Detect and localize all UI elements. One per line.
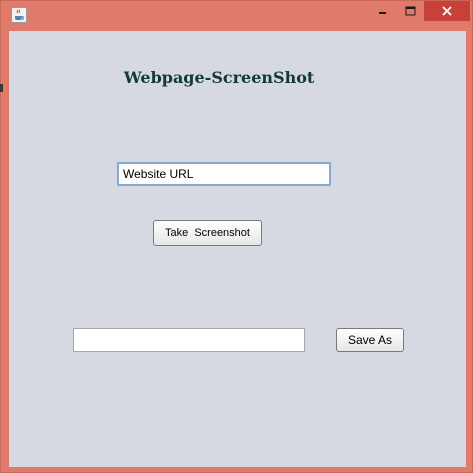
maximize-button[interactable] — [397, 1, 423, 21]
save-path-field[interactable] — [73, 328, 305, 352]
content-panel: Webpage-ScreenShot Take Screenshot Save … — [9, 31, 466, 467]
java-cup-icon — [11, 7, 27, 23]
close-icon — [442, 6, 452, 16]
minimize-icon — [379, 12, 386, 14]
page-title: Webpage-ScreenShot — [123, 68, 315, 87]
minimize-button[interactable] — [370, 1, 396, 21]
maximize-icon — [405, 6, 415, 16]
save-as-button[interactable]: Save As — [336, 328, 404, 352]
close-button[interactable] — [424, 1, 470, 21]
url-input[interactable] — [117, 162, 331, 186]
app-window: Webpage-ScreenShot Take Screenshot Save … — [0, 0, 473, 473]
take-screenshot-button[interactable]: Take Screenshot — [153, 220, 262, 246]
edge-mark — [0, 84, 3, 92]
title-bar[interactable] — [1, 1, 473, 31]
